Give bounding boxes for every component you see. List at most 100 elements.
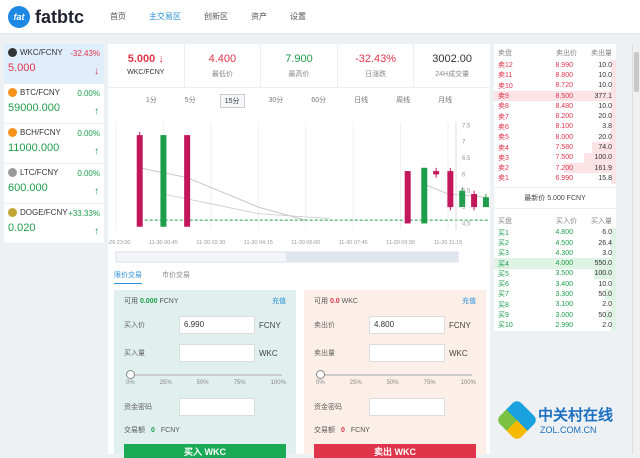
sell-pwd-input[interactable] xyxy=(369,398,445,416)
buy-price-input[interactable]: 6.990 xyxy=(179,316,255,334)
buy-button[interactable]: 买入 WKC xyxy=(124,444,286,458)
pct-50[interactable]: 50% xyxy=(197,380,209,386)
pct-25[interactable]: 25% xyxy=(350,380,362,386)
coin-icon xyxy=(8,168,17,177)
market-item[interactable]: BTC/FCNY 0.00% 59000.000 ↑ xyxy=(4,84,104,124)
sell-deposit-link[interactable]: 充值 xyxy=(462,296,476,306)
y-tick-label: 6 xyxy=(462,172,466,178)
period-1[interactable]: 5分 xyxy=(181,94,200,108)
pct-25[interactable]: 25% xyxy=(160,380,172,386)
scrollbar-thumb[interactable] xyxy=(634,52,639,92)
pair-label: WKC/FCNY xyxy=(127,69,165,76)
pct-75[interactable]: 75% xyxy=(424,380,436,386)
ask-row[interactable]: 卖11 8.800 10.0 xyxy=(494,70,616,81)
nav-item-4[interactable]: 设置 xyxy=(290,11,306,22)
tab-market[interactable]: 市价交易 xyxy=(162,270,190,284)
sell-percent-slider[interactable]: 0% 25% 50% 75% 100% xyxy=(316,370,476,388)
bid-row[interactable]: 买8 3.100 2.0 xyxy=(494,299,616,310)
ask-head-side: 卖盘 xyxy=(498,50,512,57)
level-qty: 10.0 xyxy=(598,280,612,288)
pct-50[interactable]: 50% xyxy=(387,380,399,386)
buy-deposit-link[interactable]: 充值 xyxy=(272,296,286,306)
period-4[interactable]: 60分 xyxy=(307,94,330,108)
sell-button[interactable]: 卖出 WKC xyxy=(314,444,476,458)
level-label: 买2 xyxy=(498,240,509,247)
bid-row[interactable]: 买3 4.300 3.0 xyxy=(494,248,616,259)
period-2[interactable]: 15分 xyxy=(219,94,245,108)
bid-head-price: 买入价 xyxy=(556,217,577,225)
nav-item-2[interactable]: 创新区 xyxy=(204,11,228,22)
sell-price-input[interactable]: 4.800 xyxy=(369,316,445,334)
level-qty: 550.0 xyxy=(594,260,612,268)
ask-row[interactable]: 卖4 7.580 74.0 xyxy=(494,142,616,153)
market-name-text: BCH/FCNY xyxy=(20,128,61,137)
buy-pwd-input[interactable] xyxy=(179,398,255,416)
kline-chart[interactable]: 7.5 7 6.5 6 5.5 5 4.5 11-29 23:00 11-30 00:45 11-… xyxy=(108,108,490,268)
tab-limit[interactable]: 限价交易 xyxy=(114,270,142,284)
ask-row[interactable]: 卖3 7.500 100.0 xyxy=(494,152,616,163)
bid-row[interactable]: 买10 2.990 2.0 xyxy=(494,320,616,331)
pct-100[interactable]: 100% xyxy=(271,380,286,386)
market-change: 0.00% xyxy=(77,129,100,138)
buy-pwd-label: 资金密码 xyxy=(124,404,152,411)
bid-row[interactable]: 买9 3.000 50.0 xyxy=(494,309,616,321)
coin-icon xyxy=(8,48,17,57)
level-qty: 10.0 xyxy=(598,82,612,90)
level-qty: 6.0 xyxy=(602,229,612,237)
bid-row[interactable]: 买2 4.500 26.4 xyxy=(494,237,616,249)
nav-item-0[interactable]: 首页 xyxy=(110,11,126,22)
bid-row[interactable]: 买4 4.000 550.0 xyxy=(494,258,616,269)
level-qty: 100.0 xyxy=(594,270,612,278)
pct-75[interactable]: 75% xyxy=(234,380,246,386)
level-price: 7.580 xyxy=(555,144,573,152)
market-item[interactable]: BCH/FCNY 0.00% 11000.000 ↑ xyxy=(4,124,104,164)
ask-row[interactable]: 卖12 8.990 10.0 xyxy=(494,60,616,71)
ask-row[interactable]: 卖2 7.200 161.9 xyxy=(494,162,616,174)
slider-knob[interactable] xyxy=(316,370,325,379)
ticker-high: 7.900 最高价 xyxy=(261,44,338,87)
x-tick-label: 11-30 00:45 xyxy=(149,240,178,246)
arrow-down-icon: ↓ xyxy=(94,66,99,77)
bid-row[interactable]: 买7 3.300 50.0 xyxy=(494,289,616,300)
page-scrollbar[interactable] xyxy=(632,44,640,454)
market-item[interactable]: WKC/FCNY -32.43% 5.000 ↓ xyxy=(4,44,104,84)
ask-row[interactable]: 卖10 8.720 10.0 xyxy=(494,80,616,91)
arrow-up-icon: ↑ xyxy=(94,226,99,237)
period-6[interactable]: 周线 xyxy=(392,94,414,108)
period-0[interactable]: 1分 xyxy=(142,94,161,108)
bid-row[interactable]: 买5 3.500 100.0 xyxy=(494,268,616,280)
pct-0[interactable]: 0% xyxy=(316,380,325,386)
ask-row[interactable]: 卖7 8.200 20.0 xyxy=(494,111,616,122)
period-5[interactable]: 日线 xyxy=(350,94,372,108)
coin-icon xyxy=(8,88,17,97)
bid-row[interactable]: 买1 4.800 6.0 xyxy=(494,227,616,238)
change-label: 日涨跌 xyxy=(365,71,387,78)
bid-row[interactable]: 买6 3.400 10.0 xyxy=(494,279,616,290)
nav-item-1[interactable]: 主交易区 xyxy=(149,11,181,22)
ask-row[interactable]: 卖1 6.990 15.8 xyxy=(494,173,616,184)
level-label: 买4 xyxy=(498,260,509,268)
period-7[interactable]: 月线 xyxy=(434,94,456,108)
pct-0[interactable]: 0% xyxy=(126,380,135,386)
high-value: 7.900 xyxy=(285,53,313,65)
sell-qty-input[interactable] xyxy=(369,344,445,362)
ask-row[interactable]: 卖8 8.480 10.0 xyxy=(494,101,616,112)
slider-knob[interactable] xyxy=(126,370,135,379)
market-name-text: LTC/FCNY xyxy=(20,168,59,177)
logo[interactable]: fat fatbtc xyxy=(8,6,84,28)
ask-row[interactable]: 卖6 8.100 3.8 xyxy=(494,121,616,133)
pct-100[interactable]: 100% xyxy=(461,380,476,386)
level-price: 8.480 xyxy=(555,102,573,110)
market-list: WKC/FCNY -32.43% 5.000 ↓ BTC/FCNY 0.00% 5… xyxy=(4,44,104,244)
y-tick-label: 5.5 xyxy=(462,189,471,195)
period-3[interactable]: 30分 xyxy=(265,94,288,108)
candle xyxy=(160,135,167,227)
market-item[interactable]: LTC/FCNY 0.00% 600.000 ↑ xyxy=(4,164,104,204)
buy-qty-input[interactable] xyxy=(179,344,255,362)
market-item[interactable]: DOGE/FCNY +33.33% 0.020 ↑ xyxy=(4,204,104,244)
buy-percent-slider[interactable]: 0% 25% 50% 75% 100% xyxy=(126,370,286,388)
ask-row[interactable]: 卖5 8.000 20.0 xyxy=(494,132,616,143)
ask-row[interactable]: 卖9 8.500 377.1 xyxy=(494,90,616,102)
x-tick-label: 11-30 07:45 xyxy=(339,240,368,246)
nav-item-3[interactable]: 资产 xyxy=(251,11,267,22)
